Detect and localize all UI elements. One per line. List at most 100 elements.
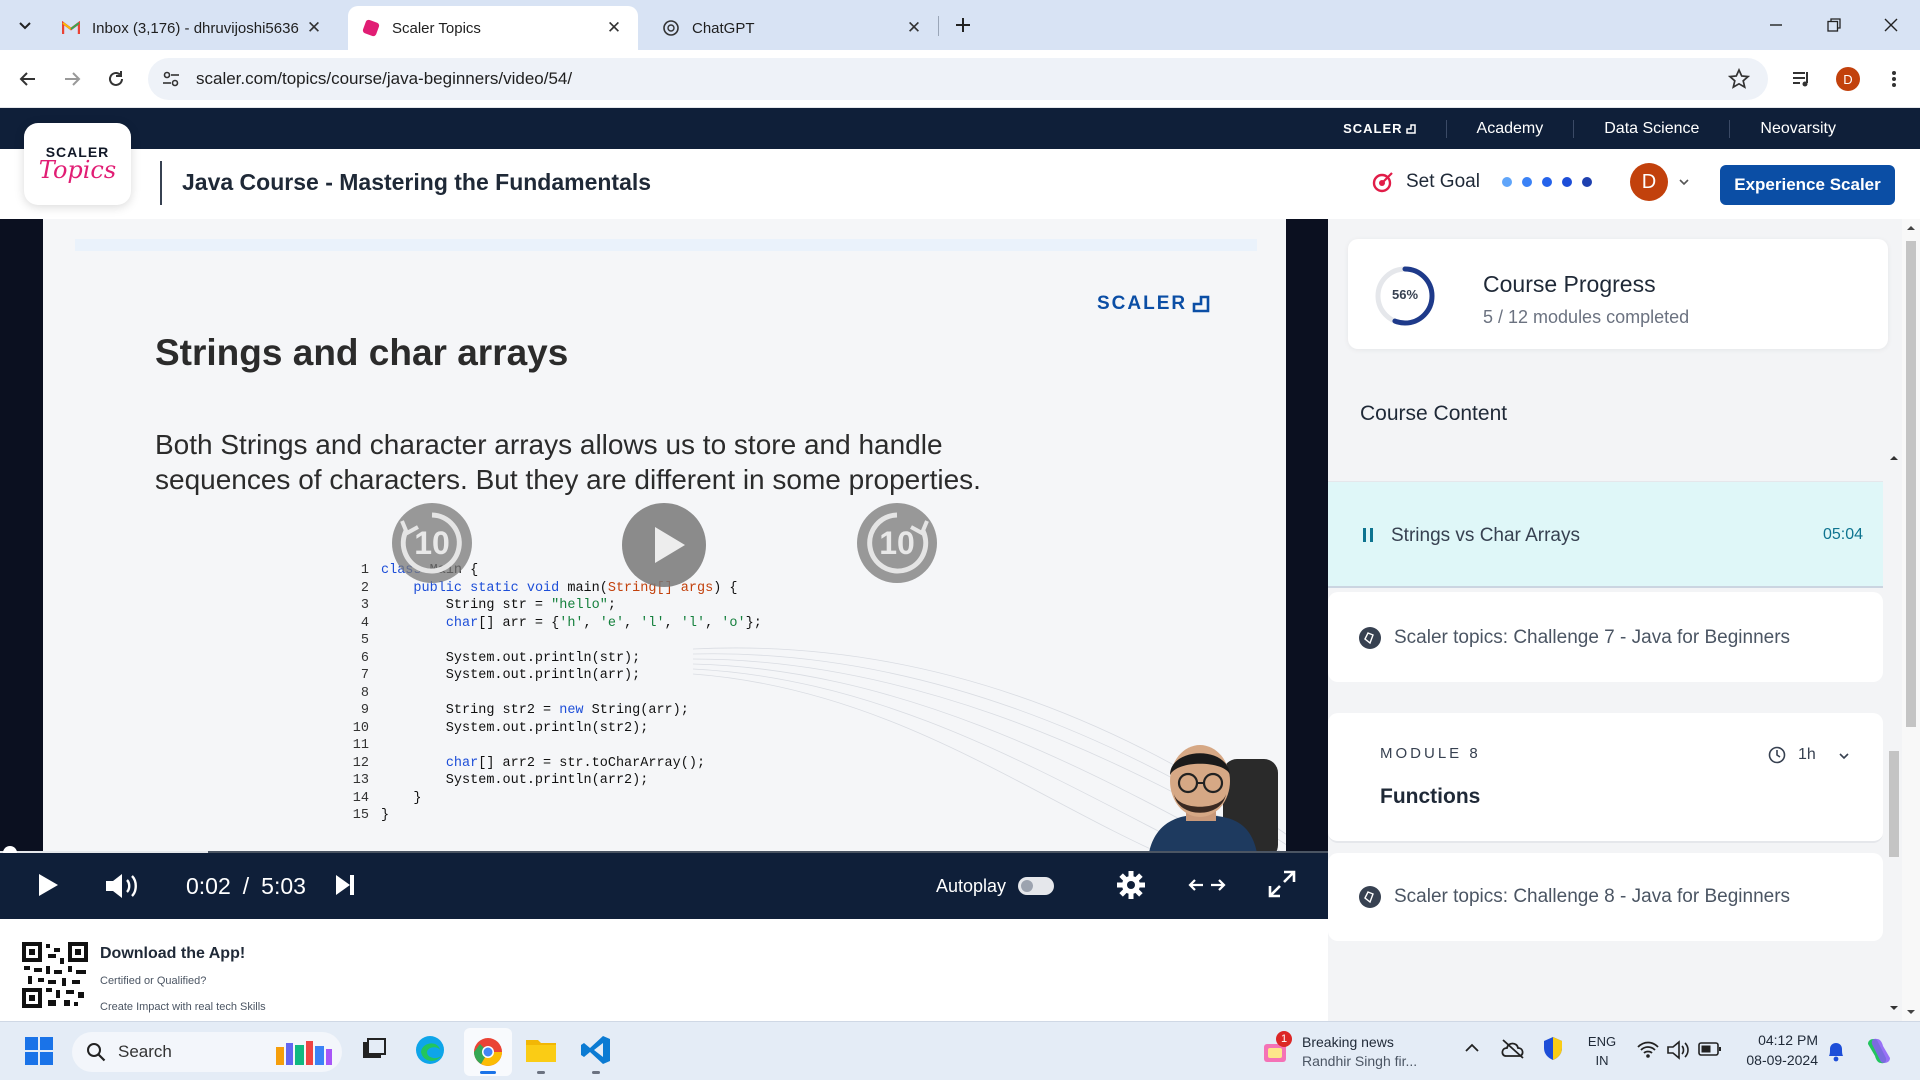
slide-brand: SCALER [1097, 293, 1210, 315]
bookmark-star-icon[interactable] [1728, 68, 1750, 90]
vscode-button[interactable] [580, 1034, 612, 1074]
code-line-number: 6 [360, 650, 369, 666]
nav-neovarsity[interactable]: Neovarsity [1729, 119, 1866, 138]
restore-button[interactable] [1805, 0, 1863, 50]
copilot-button[interactable] [1864, 1036, 1894, 1066]
qr-code[interactable] [22, 942, 88, 1008]
minimize-button[interactable] [1747, 0, 1805, 50]
tab-chatgpt[interactable]: ChatGPT ✕ [648, 6, 938, 50]
chatgpt-icon [663, 20, 679, 36]
clock[interactable]: 04:12 PM 08-09-2024 [1732, 1030, 1818, 1070]
scroll-up-icon[interactable] [1902, 221, 1920, 235]
code-line: 5 [343, 632, 843, 650]
challenge-title: Scaler topics: Challenge 7 - Java for Be… [1394, 627, 1791, 648]
taskbar-search[interactable]: Search [72, 1032, 342, 1072]
video-player[interactable]: SCALER Strings and char arrays Both Stri… [0, 219, 1328, 919]
media-controls-button[interactable] [1784, 61, 1820, 97]
user-menu[interactable]: D [1630, 163, 1690, 201]
fullscreen-button[interactable] [1268, 870, 1296, 898]
goal-dot [1521, 177, 1532, 187]
list-scrollbar[interactable] [1886, 451, 1902, 1021]
battery-button[interactable] [1698, 1041, 1722, 1057]
site-settings-icon[interactable] [162, 70, 180, 88]
next-video-button[interactable] [334, 873, 356, 897]
code-line-number: 15 [352, 808, 369, 823]
onedrive-button[interactable] [1500, 1038, 1526, 1060]
play-button[interactable] [36, 872, 60, 898]
play-overlay-button[interactable] [622, 503, 706, 587]
forward-button[interactable] [54, 61, 90, 97]
close-tab-icon[interactable]: ✕ [304, 18, 324, 38]
page-scrollbar-thumb[interactable] [1906, 241, 1916, 727]
challenge-item[interactable]: Scaler topics: Challenge 8 - Java for Be… [1328, 853, 1883, 941]
volume-tray-button[interactable] [1666, 1040, 1690, 1060]
code-line-number: 4 [360, 615, 369, 631]
task-view-button[interactable] [360, 1036, 388, 1064]
user-avatar: D [1630, 163, 1668, 201]
forward-10-button[interactable]: 10 [857, 503, 937, 583]
module-header[interactable]: MODULE 8 1h Functions [1328, 713, 1883, 843]
code-line-text: System.out.println(arr2); [381, 773, 649, 788]
copilot-icon [1868, 1038, 1890, 1064]
close-window-button[interactable] [1862, 0, 1920, 50]
settings-button[interactable] [1116, 870, 1146, 900]
page-scrollbar[interactable] [1902, 219, 1920, 1021]
lesson-title: Strings vs Char Arrays [1391, 525, 1580, 546]
scaler-topics-logo[interactable]: SCALER Topics [24, 123, 131, 205]
language-indicator[interactable]: ENG IN [1584, 1032, 1620, 1070]
new-tab-button[interactable] [948, 10, 978, 40]
show-hidden-icons-button[interactable] [1464, 1042, 1480, 1054]
course-sidebar: 56% Course Progress 5 / 12 modules compl… [1328, 219, 1920, 1021]
reload-button[interactable] [98, 61, 134, 97]
code-line: 7 System.out.println(arr); [343, 667, 843, 685]
close-tab-icon[interactable]: ✕ [604, 18, 624, 38]
code-line-text: } [381, 790, 422, 806]
close-tab-icon[interactable]: ✕ [904, 18, 924, 38]
course-progress-card: 56% Course Progress 5 / 12 modules compl… [1348, 239, 1888, 349]
nav-data-science[interactable]: Data Science [1573, 119, 1729, 138]
challenge-item[interactable]: Scaler topics: Challenge 7 - Java for Be… [1328, 592, 1883, 682]
volume-button[interactable] [104, 872, 140, 900]
task-view-icon [363, 1038, 386, 1058]
tab-search-button[interactable] [10, 12, 40, 40]
lesson-item-current[interactable]: Strings vs Char Arrays 05:04 [1328, 482, 1883, 588]
header-divider [160, 161, 162, 205]
scroll-up-icon[interactable] [1886, 451, 1902, 465]
news-widget[interactable]: 1 Breaking news Randhir Singh fir... [1262, 1028, 1432, 1074]
scroll-down-icon[interactable] [1902, 1005, 1920, 1019]
code-line-text: char[] arr = {'h', 'e', 'l', 'l', 'o'}; [445, 615, 762, 631]
code-line-text: char[] arr2 = str.toCharArray(); [445, 755, 706, 771]
code-line: 15} [343, 807, 843, 825]
theater-mode-button[interactable] [1188, 875, 1226, 895]
scroll-down-icon[interactable] [1886, 1001, 1902, 1015]
start-button[interactable] [24, 1036, 54, 1066]
edge-taskbar-button[interactable] [414, 1034, 446, 1066]
autoplay-toggle[interactable] [1018, 877, 1054, 895]
folder-icon [526, 1040, 556, 1062]
rewind-10-button[interactable]: 10 [392, 503, 472, 583]
file-explorer-button[interactable] [524, 1034, 558, 1074]
scaler-nav-link[interactable]: SCALER [1343, 121, 1445, 136]
chrome-taskbar-button[interactable] [464, 1028, 512, 1076]
security-button[interactable] [1542, 1036, 1564, 1062]
tab-gmail[interactable]: Inbox (3,176) - dhruvijoshi5636 ✕ [48, 6, 338, 50]
browser-menu-button[interactable] [1876, 61, 1912, 97]
app-download-title: Download the App! [100, 945, 246, 962]
module-name: Functions [1380, 785, 1481, 808]
back-button[interactable] [10, 61, 46, 97]
shield-icon [1544, 1037, 1562, 1060]
profile-avatar[interactable]: D [1836, 67, 1860, 91]
course-header: SCALER Topics Java Course - Mastering th… [0, 123, 1920, 219]
skip-next-icon [336, 875, 354, 895]
address-bar[interactable]: scaler.com/topics/course/java-beginners/… [148, 58, 1768, 100]
list-scrollbar-thumb[interactable] [1889, 751, 1899, 857]
nav-academy[interactable]: Academy [1445, 119, 1574, 138]
experience-scaler-button[interactable]: Experience Scaler [1720, 165, 1895, 205]
set-goal-button[interactable]: Set Goal [1372, 171, 1592, 193]
wifi-button[interactable] [1636, 1040, 1660, 1060]
tab-scaler-topics[interactable]: Scaler Topics ✕ [348, 6, 638, 50]
chevron-down-icon [19, 22, 31, 30]
notifications-button[interactable] [1826, 1040, 1846, 1062]
slide-brand-text: SCALER [1097, 293, 1188, 314]
clock-icon [1768, 746, 1786, 764]
